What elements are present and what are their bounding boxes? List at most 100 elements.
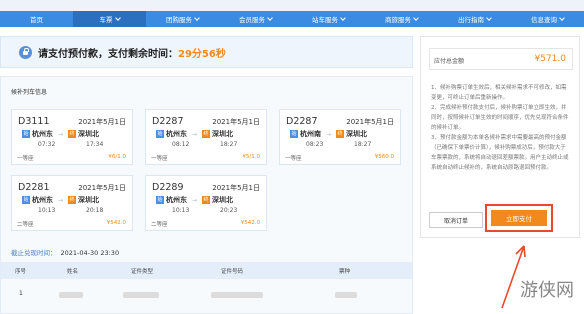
arrive-time: 20:23 [220, 207, 238, 214]
train-card: D2287 2021年5月1日 始 杭州南 → 终 深圳北 08:23 18:2… [279, 109, 401, 165]
pay-now-button[interactable]: 立即支付 [491, 210, 547, 226]
col-ticket-type: 票种 [339, 269, 351, 275]
to-station: 深圳北 [78, 130, 100, 138]
seat-class: 二等座 [17, 222, 34, 228]
seat-class: 二等座 [151, 222, 168, 228]
payment-panel: 应付总金额 ¥571.0 1、候补购票订单生效后，相关候补需求不可修改，如需变更… [420, 36, 580, 238]
end-tag: 终 [336, 130, 345, 138]
amount-value: ¥571.0 [534, 54, 567, 64]
cancel-order-button[interactable]: 取消订单 [429, 212, 483, 228]
watermark: 游侠网 [520, 280, 574, 301]
train-date: 2021年5月1日 [78, 184, 126, 192]
chevron-down-icon [413, 14, 419, 21]
depart-time: 10:13 [38, 207, 56, 214]
train-date: 2021年5月1日 [346, 118, 394, 126]
ticket-price: ¥542.0 [240, 220, 260, 226]
start-tag: 始 [22, 130, 30, 138]
train-card: D2287 2021年5月1日 始 杭州东 → 终 深圳北 08:12 18:2… [145, 109, 267, 165]
nav-item-station[interactable]: 站车服务 [292, 11, 365, 27]
depart-time: 08:23 [306, 141, 324, 148]
seat-class: 一等座 [285, 156, 302, 162]
seat-class: 一等座 [151, 156, 168, 162]
lock-icon [19, 45, 32, 59]
nav-label: 车票 [99, 16, 113, 24]
chevron-down-icon [267, 14, 273, 21]
train-route: 始 杭州东 → 终 深圳北 [156, 129, 233, 139]
arrow-right-icon: → [58, 130, 64, 138]
row-index: 1 [19, 290, 23, 297]
arrive-time: 18:27 [220, 141, 238, 148]
blurred-id-type [123, 292, 159, 298]
payment-timer-banner: 请支付预付款，支付剩余时间： 29分56秒 [0, 36, 413, 68]
arrow-right-icon: → [192, 130, 198, 138]
train-number: D2287 [286, 116, 318, 127]
train-date: 2021年5月1日 [212, 118, 260, 126]
blurred-id-number [211, 292, 263, 298]
depart-time: 07:32 [38, 141, 56, 148]
table-row: 1 [1, 285, 412, 305]
timer-text: 请支付预付款，支付剩余时间： [38, 48, 178, 60]
ticket-price: ¥6/1.0 [108, 154, 126, 160]
nav-label: 出行指南 [458, 16, 484, 24]
arrive-time: 17:34 [86, 141, 104, 148]
end-tag: 终 [202, 196, 211, 204]
arrow-right-icon: → [58, 196, 64, 204]
timer-value: 29分56秒 [178, 48, 226, 60]
nav-label: 团购服务 [166, 16, 192, 24]
depart-time: 10:13 [172, 207, 190, 214]
to-station: 深圳北 [78, 196, 100, 204]
nav-item-business[interactable]: 商旅服务 [365, 11, 438, 27]
nav-item-member[interactable]: 会员服务 [219, 11, 292, 27]
seat-class: 一等座 [17, 156, 34, 162]
from-station: 杭州东 [166, 130, 187, 138]
chevron-down-icon [114, 14, 121, 21]
col-id-type: 证件类型 [131, 269, 154, 275]
train-number: D3111 [18, 116, 50, 127]
train-card: D3111 2021年5月1日 始 杭州东 → 终 深圳北 07:32 17:3… [11, 109, 133, 165]
nav-item-guide[interactable]: 出行指南 [438, 11, 511, 27]
chevron-down-icon [486, 14, 492, 21]
train-number: D2281 [18, 182, 50, 193]
train-date: 2021年5月1日 [78, 118, 126, 126]
nav-item-tickets[interactable]: 车票 [73, 11, 146, 27]
train-card: D2281 2021年5月1日 始 杭州东 → 终 深圳北 10:13 20:1… [11, 175, 133, 231]
train-route: 始 杭州东 → 终 深圳北 [22, 129, 99, 139]
nav-bar: 首页 车票 团购服务 会员服务 站车服务 商旅服务 出行指南 信息查询 [0, 11, 584, 27]
amount-label: 应付总金额 [434, 58, 465, 65]
train-route: 始 杭州东 → 终 深圳北 [156, 195, 233, 205]
to-station: 深圳北 [346, 130, 368, 138]
chevron-down-icon [559, 14, 565, 21]
from-station: 杭州南 [300, 130, 321, 138]
nav-label: 信息查询 [531, 16, 557, 24]
to-station: 深圳北 [212, 130, 234, 138]
from-station: 杭州东 [32, 130, 53, 138]
chevron-down-icon [340, 14, 346, 21]
deadline-value: 2021-04-30 23:30 [60, 249, 120, 257]
pay-button-highlight: 立即支付 [485, 204, 553, 232]
chevron-down-icon [194, 14, 200, 21]
nav-item-home[interactable]: 首页 [0, 11, 73, 27]
payment-tips: 1、候补购票订单生效后，相关候补需求不可修改，如需变更，可终止订单后重新操作。 … [431, 85, 569, 171]
col-name: 姓名 [67, 269, 79, 275]
nav-item-info[interactable]: 信息查询 [511, 11, 584, 27]
train-number: D2289 [152, 182, 184, 193]
end-tag: 终 [202, 130, 211, 138]
section-title: 候补列车信息 [11, 89, 48, 96]
from-station: 杭州东 [166, 196, 187, 204]
from-station: 杭州东 [32, 196, 53, 204]
top-nav: 首页 车票 团购服务 会员服务 站车服务 商旅服务 出行指南 信息查询 [0, 0, 584, 27]
start-tag: 始 [290, 130, 298, 138]
blurred-name [59, 292, 83, 298]
start-tag: 始 [156, 130, 164, 138]
ticket-price: ¥5/1.0 [242, 154, 260, 160]
nav-label: 商旅服务 [385, 16, 411, 24]
col-id-number: 证件号码 [221, 269, 244, 275]
redeem-deadline: 截止兑现时间： 2021-04-30 23:30 [11, 247, 119, 257]
train-number: D2287 [152, 116, 184, 127]
ticket-price: ¥542.0 [106, 220, 126, 226]
nav-item-group[interactable]: 团购服务 [146, 11, 219, 27]
nav-label: 站车服务 [312, 16, 338, 24]
nav-label: 首页 [30, 16, 43, 24]
train-route: 始 杭州南 → 终 深圳北 [290, 129, 367, 139]
start-tag: 始 [156, 196, 164, 204]
